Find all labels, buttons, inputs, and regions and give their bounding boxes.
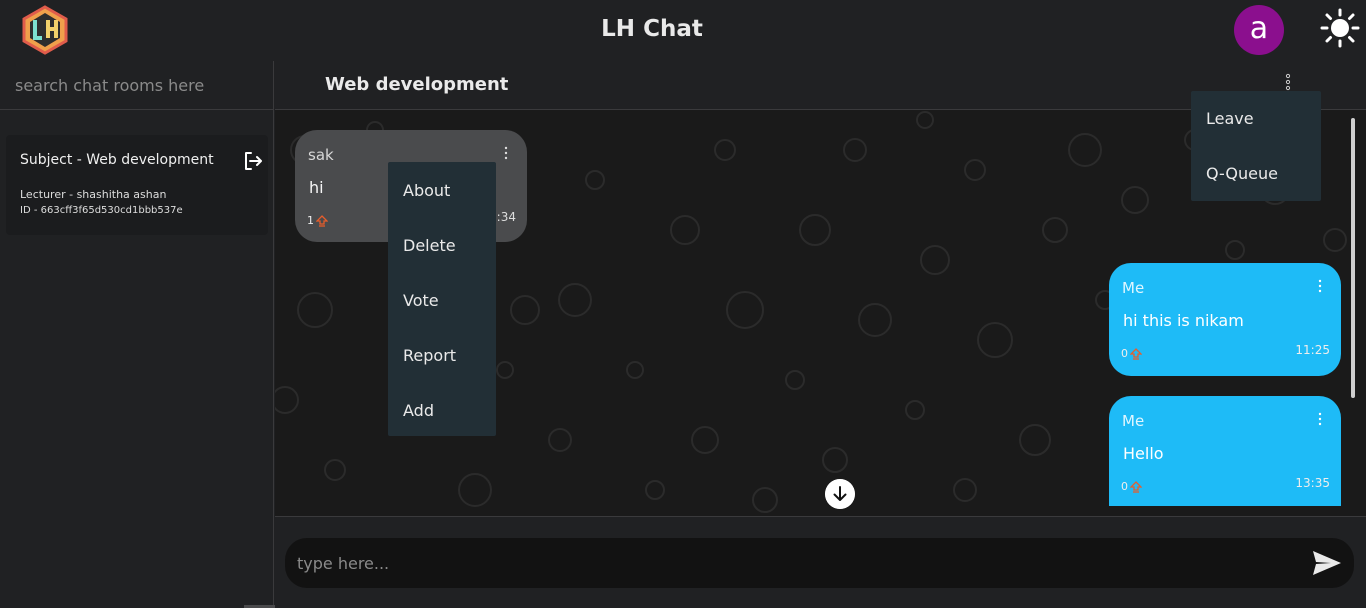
message-text: Hello <box>1123 444 1164 463</box>
user-avatar[interactable]: a <box>1234 5 1284 55</box>
message-context-menu: About Delete Vote Report Add <box>388 162 496 436</box>
vote-count: 1 <box>307 214 314 227</box>
menu-item-add[interactable]: Add <box>403 401 434 420</box>
room-card-web-development[interactable]: Subject - Web development Lecturer - sha… <box>6 135 268 235</box>
menu-item-report[interactable]: Report <box>403 346 456 365</box>
room-search-input[interactable] <box>0 61 273 109</box>
menu-item-q-queue[interactable]: Q-Queue <box>1206 164 1278 183</box>
scroll-down-icon[interactable] <box>825 479 855 509</box>
vote-count: 0 <box>1121 480 1128 493</box>
exit-icon[interactable] <box>242 150 264 172</box>
menu-item-delete[interactable]: Delete <box>403 236 456 255</box>
upvote-icon[interactable] <box>316 214 328 227</box>
message-options-icon[interactable] <box>503 146 509 160</box>
chat-scrollbar[interactable] <box>1351 118 1355 398</box>
message-sender: Me <box>1122 279 1145 297</box>
app-title: LH Chat <box>601 16 703 42</box>
message-sender: Me <box>1122 412 1145 430</box>
message-options-icon[interactable] <box>1317 412 1323 426</box>
room-options-icon[interactable] <box>1283 73 1293 91</box>
message-bubble-sent[interactable]: Me Hello 0 13:35 <box>1109 396 1341 506</box>
message-text: hi this is nikam <box>1123 311 1244 330</box>
room-options-menu: Leave Q-Queue <box>1191 91 1321 201</box>
message-votes: 1 <box>307 214 328 227</box>
message-votes: 0 <box>1121 347 1142 360</box>
menu-item-vote[interactable]: Vote <box>403 291 439 310</box>
message-options-icon[interactable] <box>1317 279 1323 293</box>
message-sender: sak <box>308 146 334 164</box>
room-lecturer: Lecturer - shashitha ashan <box>20 188 167 201</box>
message-time: 13:35 <box>1295 476 1330 490</box>
chat-room-title: Web development <box>325 74 509 95</box>
room-id: ID - 663cff3f65d530cd1bbb537e <box>20 205 183 216</box>
message-text: hi <box>309 178 324 197</box>
room-search <box>0 61 273 110</box>
message-votes: 0 <box>1121 480 1142 493</box>
message-input[interactable] <box>297 538 1287 588</box>
upvote-icon[interactable] <box>1130 480 1142 493</box>
message-composer-area <box>275 516 1366 608</box>
menu-item-about[interactable]: About <box>403 181 450 200</box>
sun-icon[interactable] <box>1320 8 1360 48</box>
upvote-icon[interactable] <box>1130 347 1142 360</box>
menu-item-leave[interactable]: Leave <box>1206 109 1254 128</box>
rooms-sidebar: Subject - Web development Lecturer - sha… <box>0 61 294 608</box>
room-title: Subject - Web development <box>20 152 214 168</box>
message-composer <box>285 538 1354 588</box>
message-bubble-sent[interactable]: Me hi this is nikam 0 11:25 <box>1109 263 1341 376</box>
vote-count: 0 <box>1121 347 1128 360</box>
app-header: LH Chat a <box>0 0 1366 61</box>
send-icon[interactable] <box>1311 547 1343 579</box>
message-time: 11:25 <box>1295 343 1330 357</box>
